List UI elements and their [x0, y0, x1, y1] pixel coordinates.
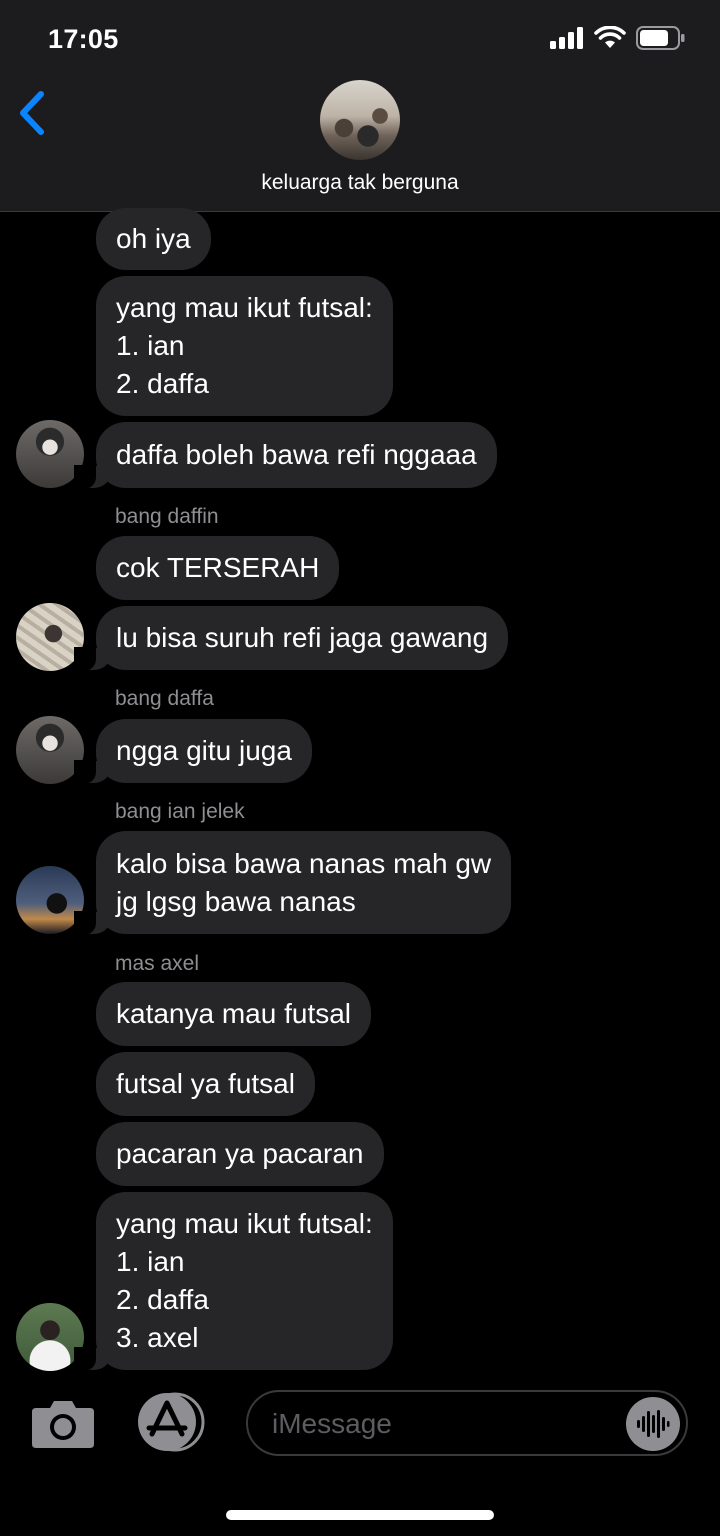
message-bubble[interactable]: oh iya [96, 208, 211, 270]
message-bubble[interactable]: yang mau ikut futsal: 1. ian 2. daffa [96, 276, 393, 416]
wifi-icon [594, 26, 626, 48]
message-bubble[interactable]: kalo bisa bawa nanas mah gw jg lgsg bawa… [73, 831, 512, 935]
sender-name: bang daffin [115, 505, 219, 528]
group-name[interactable]: keluarga tak berguna [0, 171, 720, 195]
home-indicator[interactable] [226, 1510, 494, 1520]
cellular-signal-icon [550, 27, 583, 49]
message-input[interactable] [272, 1402, 612, 1446]
message-bubble[interactable]: pacaran ya pacaran [96, 1122, 384, 1186]
back-chevron-icon[interactable] [14, 88, 54, 138]
sender-name: bang daffa [115, 687, 214, 710]
message-bubble[interactable]: ngga gitu juga [74, 719, 312, 784]
message-bubble[interactable]: katanya mau futsal [96, 982, 372, 1046]
sender-name: mas axel [115, 952, 200, 975]
app-store-icon[interactable] [134, 1392, 208, 1452]
audio-message-button[interactable] [626, 1397, 680, 1451]
message-bubble[interactable]: yang mau ikut futsal: 1. ian 2. daffa 3.… [74, 1192, 393, 1371]
camera-icon[interactable] [30, 1398, 96, 1450]
waveform-icon [637, 1410, 670, 1438]
battery-icon [636, 26, 685, 50]
status-icons [550, 26, 686, 50]
conversation-header: 17:05 keluarga tak berguna [0, 0, 720, 212]
message-bubble[interactable]: cok TERSERAH [96, 536, 340, 600]
group-avatar[interactable] [320, 80, 400, 160]
message-bubble[interactable]: futsal ya futsal [96, 1052, 315, 1116]
imessage-field[interactable] [246, 1390, 688, 1456]
sender-name: bang ian jelek [115, 800, 245, 823]
message-bubble[interactable]: lu bisa suruh refi jaga gawang [73, 606, 509, 671]
status-time: 17:05 [48, 24, 119, 54]
message-bubble[interactable]: daffa boleh bawa refi nggaaa [74, 422, 497, 489]
messages-screen: 17:05 keluarga tak berguna oh iya yang m… [0, 0, 720, 1536]
